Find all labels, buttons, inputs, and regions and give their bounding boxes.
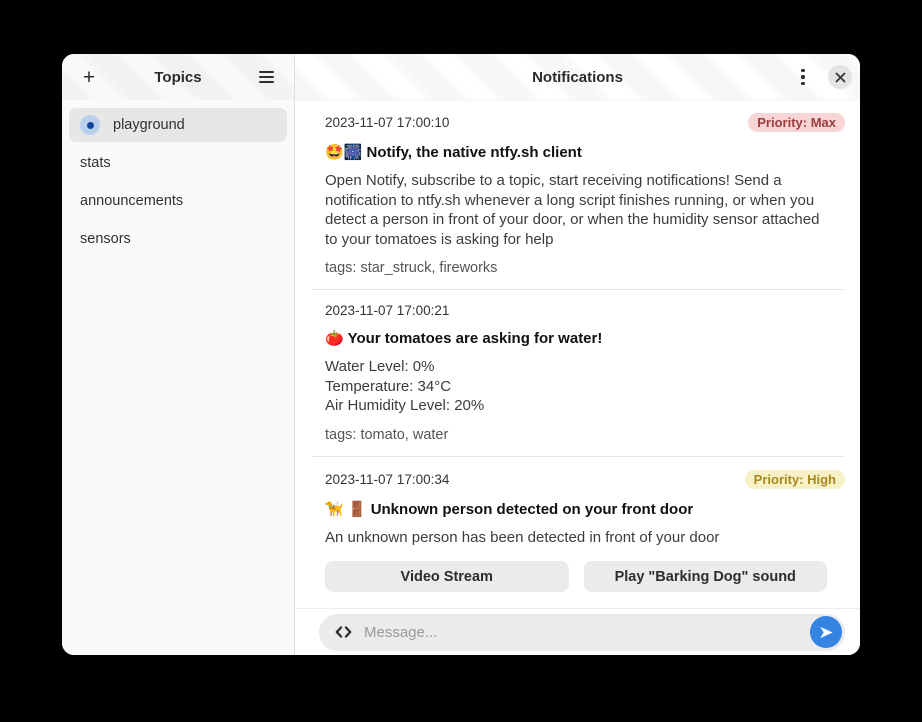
- notification-tags: tags: tomato, water: [325, 426, 449, 443]
- priority-badge: Priority: High: [744, 469, 845, 489]
- hamburger-icon: [259, 71, 275, 83]
- topic-label: stats: [80, 155, 111, 171]
- send-button[interactable]: [810, 616, 842, 648]
- page-title: Notifications: [532, 68, 623, 86]
- notification-body: An unknown person has been detected in f…: [325, 528, 720, 546]
- notification-timestamp: 2023-11-07 17:00:10: [325, 115, 450, 130]
- sidebar-item-stats[interactable]: stats: [69, 146, 287, 180]
- notification-timestamp: 2023-11-07 17:00:34: [325, 471, 450, 487]
- notification-list: 2023-11-07 17:00:10 Priority: Max 🤩🎆 Notif…: [295, 100, 860, 608]
- action-button[interactable]: Play "Barking Dog" sound: [583, 561, 827, 592]
- notification-card: 2023-11-07 17:00:10 Priority: Max 🤩🎆 Notif…: [312, 100, 845, 290]
- notification-card: 2023-11-07 17:00:21 🍅 Your tomatoes are a…: [312, 290, 845, 457]
- notification-meta: 2023-11-07 17:00:10 Priority: Max: [325, 113, 845, 132]
- notification-actions: Video StreamPlay "Barking Dog" soundDoor…: [325, 561, 827, 608]
- menu-button[interactable]: [786, 60, 820, 94]
- topic-list: playground stats announcements sensors: [62, 100, 294, 264]
- send-icon: [819, 626, 833, 638]
- app-window: + Topics playground stats announcements sen…: [62, 54, 860, 655]
- notification-body: Water Level: 0% Temperature: 34°C Air Hu…: [325, 358, 485, 414]
- notification-title: 🍅 Your tomatoes are asking for water!: [325, 330, 603, 347]
- plus-icon: +: [82, 65, 96, 89]
- topic-label: playground: [113, 117, 185, 133]
- main-menu-button[interactable]: [250, 60, 284, 94]
- add-topic-button[interactable]: +: [72, 60, 106, 94]
- notification-meta: 2023-11-07 17:00:34 Priority: High: [325, 469, 845, 489]
- notification-title: 🦮 🚪 Unknown person detected on your fron…: [325, 500, 694, 518]
- notification-card: 2023-11-07 17:00:34 Priority: High 🦮 🚪 Unk…: [312, 457, 845, 609]
- sidebar-item-playground[interactable]: playground: [69, 108, 287, 142]
- topic-label: sensors: [80, 231, 131, 247]
- notification-body: Open Notify, subscribe to a topic, start…: [325, 172, 820, 248]
- code-button[interactable]: [331, 622, 356, 642]
- message-pill: [319, 613, 845, 651]
- code-icon: [335, 626, 352, 638]
- priority-badge: Priority: Max: [748, 113, 845, 132]
- close-button[interactable]: [828, 65, 852, 89]
- message-input[interactable]: [356, 623, 810, 641]
- kebab-icon: [801, 68, 805, 86]
- composer-bar: [295, 608, 860, 655]
- action-button[interactable]: Video Stream: [325, 561, 569, 592]
- sidebar-headerbar: + Topics: [62, 54, 294, 100]
- notification-meta: 2023-11-07 17:00:21: [325, 303, 845, 318]
- main-panel: Notifications 2023-11-07 17:00:10 Priorit…: [295, 54, 860, 655]
- sidebar: + Topics playground stats announcements sen…: [62, 54, 295, 655]
- topic-label: announcements: [80, 193, 184, 209]
- notification-title: 🤩🎆 Notify, the native ntfy.sh client: [325, 144, 582, 161]
- sidebar-item-announcements[interactable]: announcements: [69, 184, 287, 218]
- sidebar-title: Topics: [154, 68, 202, 86]
- close-icon: [835, 72, 845, 82]
- notification-timestamp: 2023-11-07 17:00:21: [325, 303, 450, 318]
- main-headerbar: Notifications: [295, 54, 860, 100]
- sidebar-item-sensors[interactable]: sensors: [69, 222, 287, 256]
- unread-dot-icon: [80, 115, 100, 135]
- notification-tags: tags: star_struck, fireworks: [325, 260, 498, 276]
